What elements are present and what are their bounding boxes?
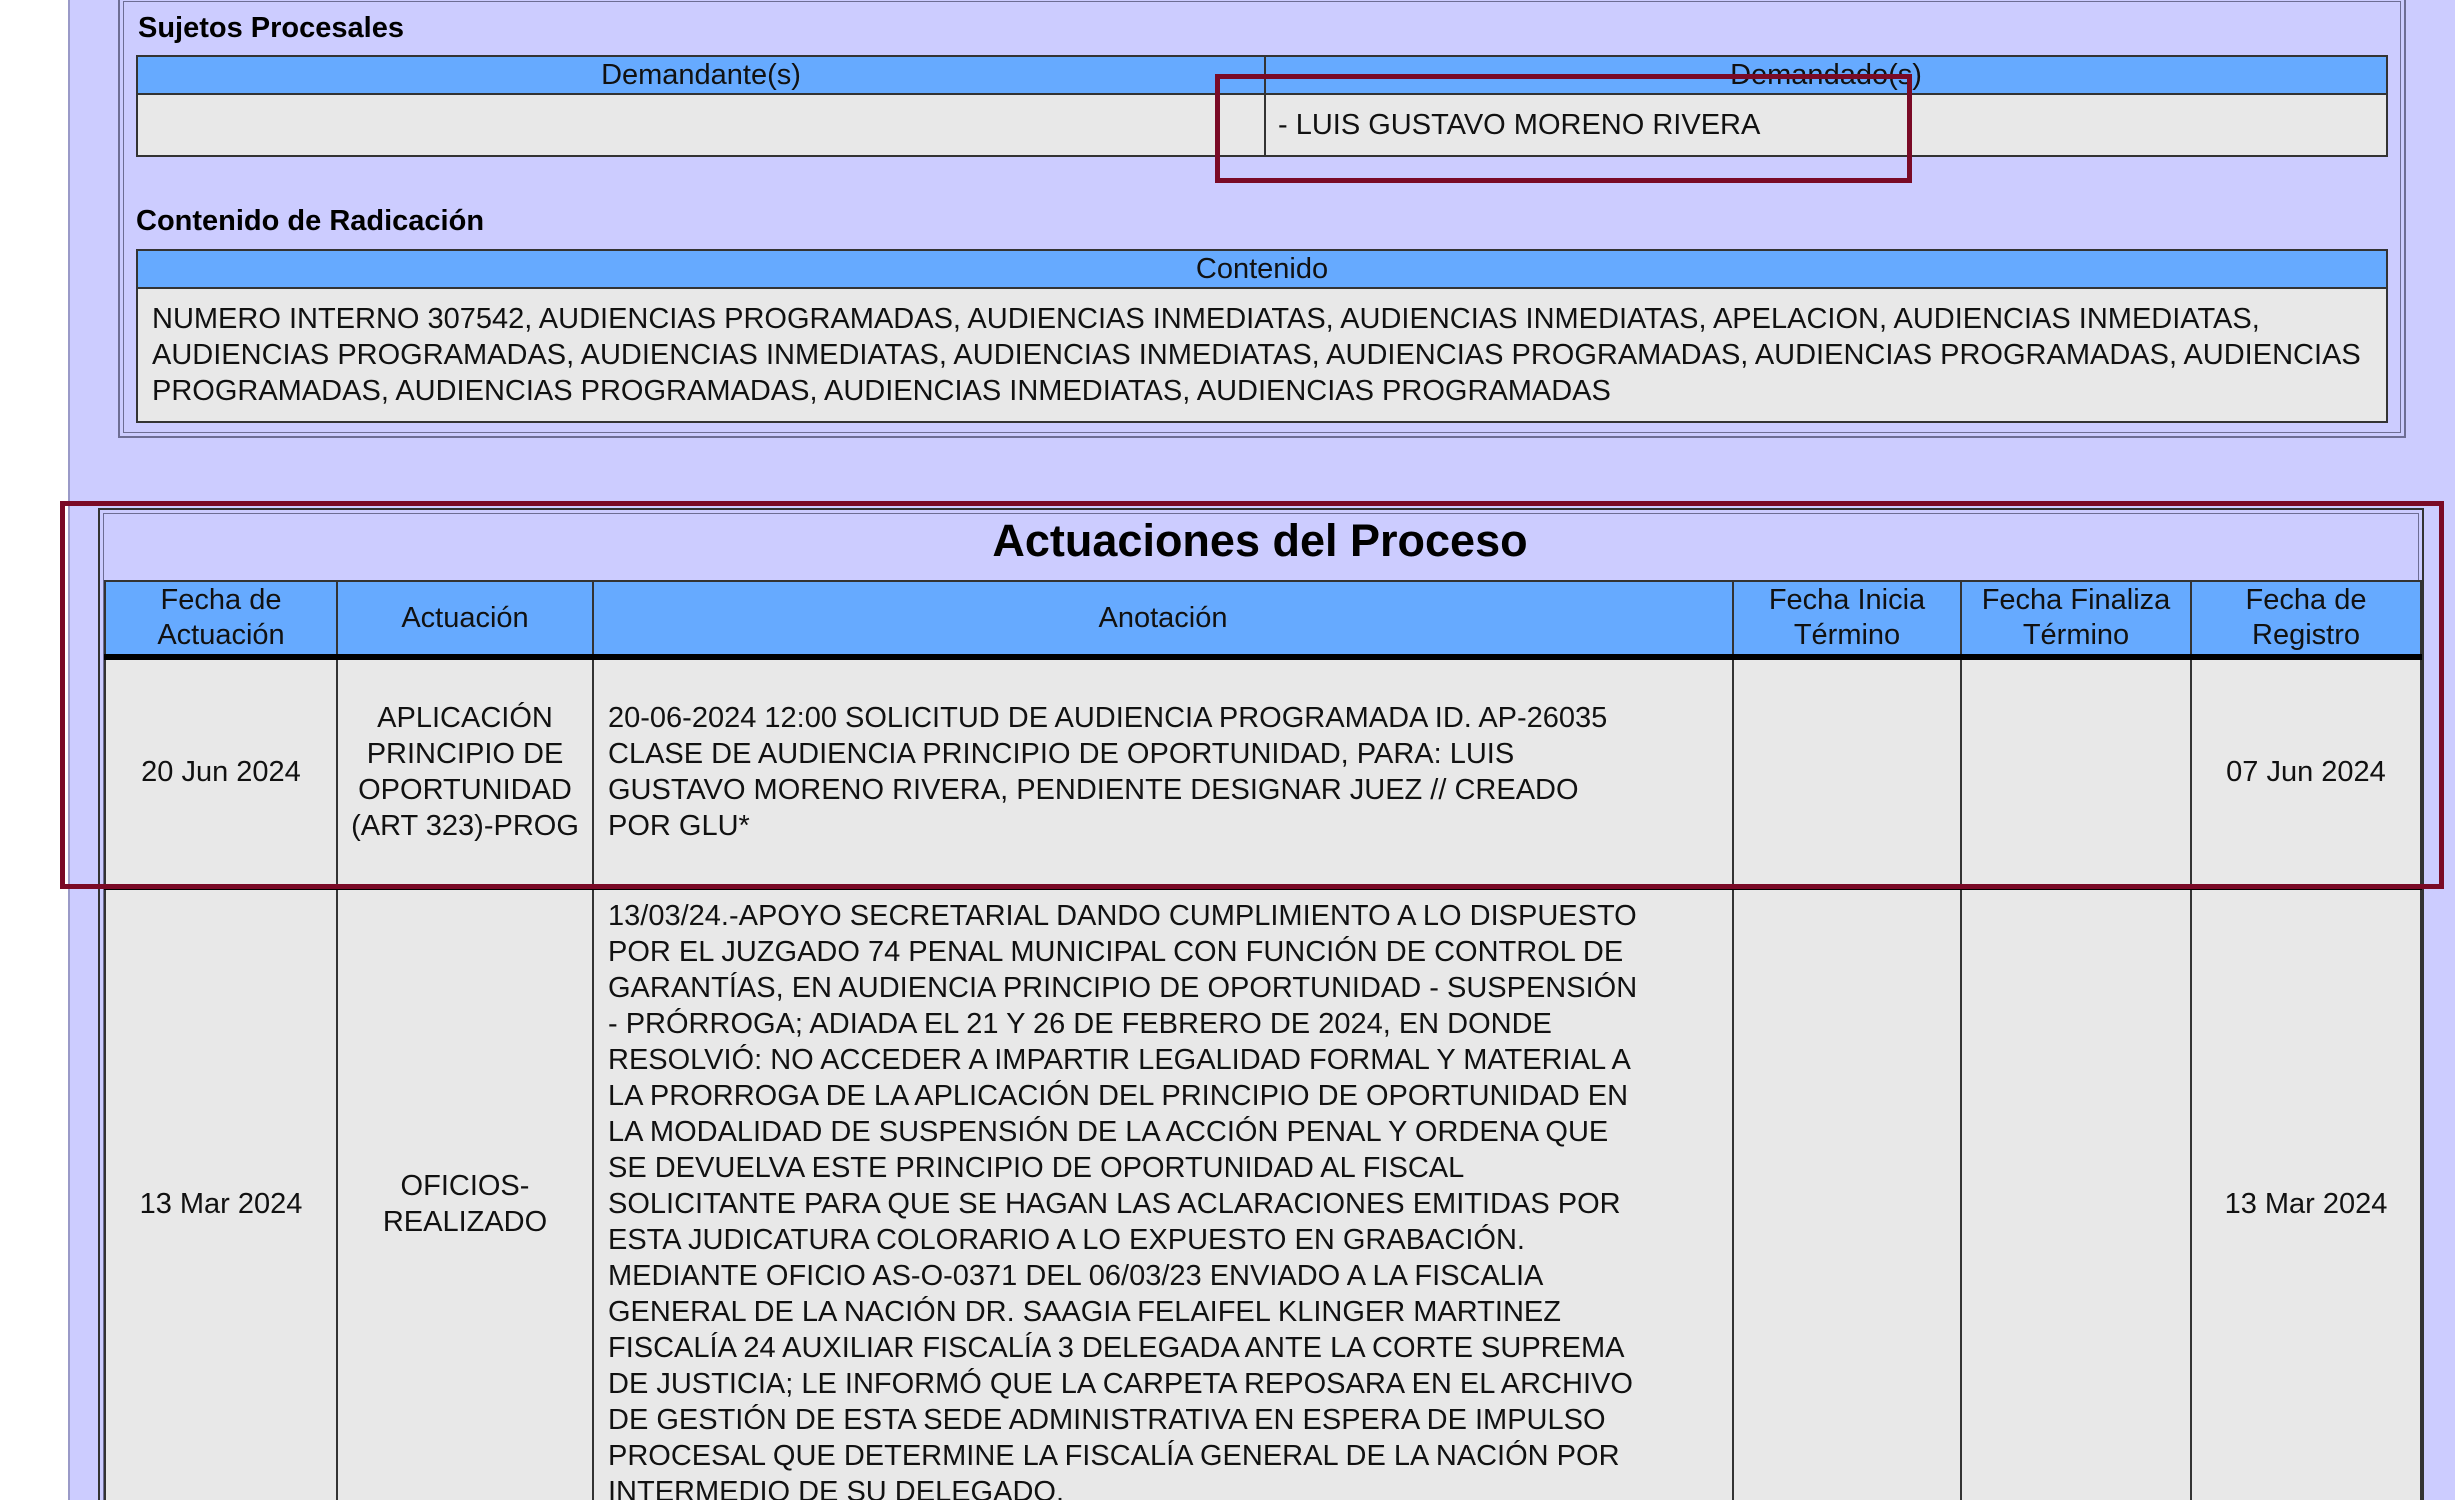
row-anotacion: 20-06-2024 12:00 SOLICITUD DE AUDIENCIA … [592, 656, 1734, 890]
row-anotacion-text: 20-06-2024 12:00 SOLICITUD DE AUDIENCIA … [608, 702, 1608, 842]
row-actuacion: OFICIOS-REALIZADO [336, 886, 594, 1500]
row-fecha-registro: 07 Jun 2024 [2190, 656, 2422, 890]
contenido-header: Contenido [136, 249, 2388, 289]
row-fecha-finaliza [1960, 886, 2192, 1500]
row-fecha-finaliza [1960, 656, 2192, 890]
sujetos-procesales-title: Sujetos Procesales [138, 12, 404, 44]
sujetos-table: Demandante(s) Demandado(s) - LUIS GUSTAV… [136, 55, 2388, 157]
col-fecha-inicia-termino: Fecha Inicia Término [1732, 580, 1962, 660]
row-anotacion: 13/03/24.-APOYO SECRETARIAL DANDO CUMPLI… [592, 886, 1734, 1500]
contenido-text: NUMERO INTERNO 307542, AUDIENCIAS PROGRA… [136, 287, 2388, 423]
row-actuacion: APLICACIÓN PRINCIPIO DE OPORTUNIDAD (ART… [336, 656, 594, 890]
col-anotacion: Anotación [592, 580, 1734, 660]
demandados-header: Demandado(s) [1264, 55, 2388, 95]
col-fecha-registro: Fecha de Registro [2190, 580, 2422, 660]
actuaciones-table: Fecha de Actuación Actuación Anotación F… [104, 580, 2422, 1500]
row-fecha-inicia [1732, 656, 1962, 890]
row-fecha-actuacion: 20 Jun 2024 [104, 656, 338, 890]
row-fecha-registro: 13 Mar 2024 [2190, 886, 2422, 1500]
contenido-table: Contenido NUMERO INTERNO 307542, AUDIENC… [136, 249, 2388, 423]
page: Sujetos Procesales Demandante(s) Demanda… [0, 0, 2455, 1500]
row-fecha-actuacion: 13 Mar 2024 [104, 886, 338, 1500]
demandado-cell: - LUIS GUSTAVO MORENO RIVERA [1264, 93, 2388, 157]
col-actuacion: Actuación [336, 580, 594, 660]
table-row: 13 Mar 2024 OFICIOS-REALIZADO 13/03/24.-… [104, 886, 2422, 1500]
col-fecha-actuacion: Fecha de Actuación [104, 580, 338, 660]
row-fecha-inicia [1732, 886, 1962, 1500]
contenido-radicacion-title: Contenido de Radicación [136, 205, 485, 237]
demandante-cell [136, 93, 1266, 157]
actuaciones-title: Actuaciones del Proceso [992, 515, 1528, 566]
demandantes-header: Demandante(s) [136, 55, 1266, 95]
table-row: 20 Jun 2024 APLICACIÓN PRINCIPIO DE OPOR… [104, 656, 2422, 890]
col-fecha-finaliza-termino: Fecha Finaliza Término [1960, 580, 2192, 660]
row-anotacion-text: 13/03/24.-APOYO SECRETARIAL DANDO CUMPLI… [608, 900, 1638, 1500]
